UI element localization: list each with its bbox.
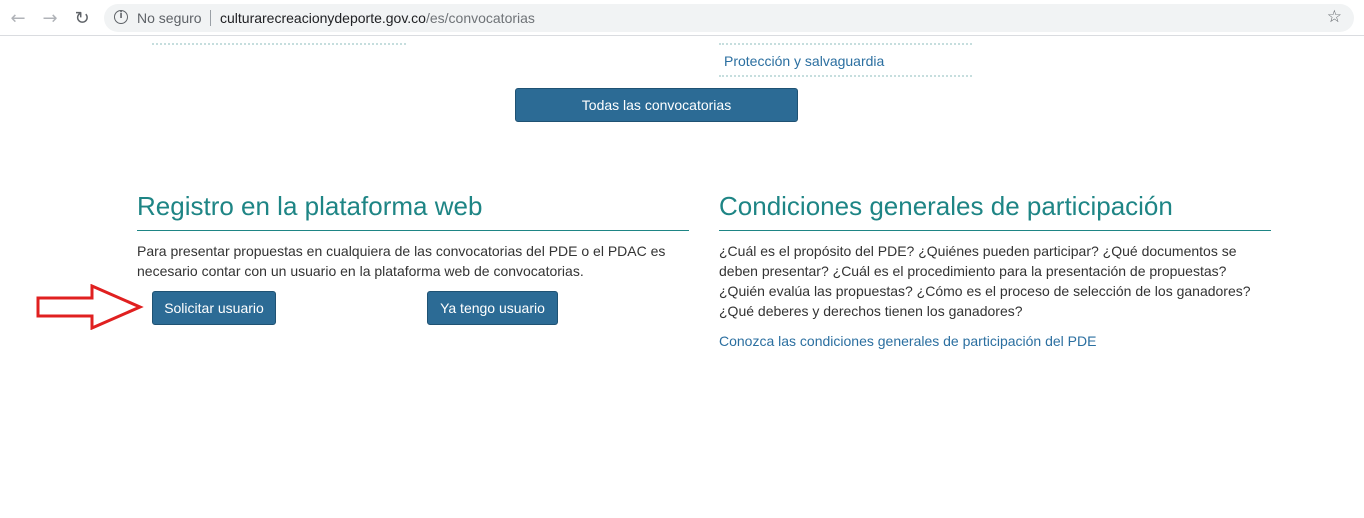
list-divider-right-bottom	[719, 75, 972, 77]
red-arrow-annotation-icon	[36, 284, 144, 330]
registro-title-rule	[137, 230, 689, 231]
conditions-link[interactable]: Conozca las condiciones generales de par…	[719, 333, 1096, 349]
condiciones-title: Condiciones generales de participación	[719, 191, 1173, 221]
condiciones-description: ¿Cuál es el propósito del PDE? ¿Quiénes …	[719, 243, 1251, 319]
browser-toolbar: ← → ↻ i No seguro culturarecreacionydepo…	[0, 0, 1364, 36]
condiciones-title-rule	[719, 230, 1271, 231]
have-user-button[interactable]: Ya tengo usuario	[427, 291, 558, 325]
url-domain: culturarecreacionydeporte.gov.co	[220, 10, 426, 26]
info-icon[interactable]: i	[114, 10, 128, 24]
url-text[interactable]: culturarecreacionydeporte.gov.co/es/conv…	[220, 10, 535, 26]
reload-icon[interactable]: ↻	[70, 6, 94, 30]
security-label[interactable]: No seguro	[137, 10, 202, 26]
registro-title: Registro en la plataforma web	[137, 191, 483, 221]
address-divider	[210, 10, 211, 26]
proteccion-link[interactable]: Protección y salvaguardia	[724, 53, 884, 69]
list-divider-right-top	[719, 43, 972, 45]
request-user-button[interactable]: Solicitar usuario	[152, 291, 276, 325]
star-icon[interactable]: ☆	[1327, 7, 1342, 27]
address-bar[interactable]: i No seguro culturarecreacionydeporte.go…	[104, 4, 1354, 32]
all-calls-button[interactable]: Todas las convocatorias	[515, 88, 798, 122]
url-path: /es/convocatorias	[425, 10, 535, 26]
back-arrow-icon[interactable]: ←	[6, 6, 30, 30]
forward-arrow-icon[interactable]: →	[38, 6, 62, 30]
registro-description: Para presentar propuestas en cualquiera …	[137, 243, 666, 279]
list-divider-left	[152, 43, 406, 45]
